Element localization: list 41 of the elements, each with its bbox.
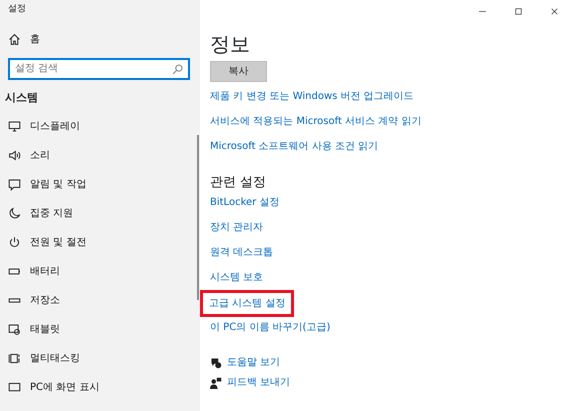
home-icon: [8, 33, 21, 46]
sidebar-item[interactable]: 태블릿: [30, 322, 60, 337]
sidebar-item[interactable]: 전원 및 절전: [30, 235, 86, 250]
search-icon: [172, 64, 183, 74]
projection-icon: [8, 381, 21, 394]
link[interactable]: 도움말 보기: [227, 353, 280, 372]
tablet-icon: [8, 323, 21, 336]
speaker-icon: [8, 149, 21, 162]
sidebar-item[interactable]: 알림 및 작업: [30, 177, 86, 192]
maximize-icon[interactable]: [513, 6, 524, 18]
link[interactable]: Microsoft 소프트웨어 사용 조건 읽기: [210, 137, 378, 156]
link[interactable]: 장치 관리자: [210, 218, 264, 236]
link[interactable]: BitLocker 설정: [210, 192, 280, 212]
link[interactable]: 시스템 보호: [210, 268, 264, 286]
page-title: 정보: [210, 32, 251, 56]
moon-icon: [8, 207, 21, 220]
section-heading: 시스템: [4, 90, 39, 106]
link[interactable]: 이 PC의 이름 바꾸기(고급): [210, 318, 330, 336]
sidebar-item[interactable]: 멀티태스킹: [30, 351, 80, 366]
link[interactable]: 서비스에 적용되는 Microsoft 서비스 계약 읽기: [210, 112, 422, 131]
copy-button[interactable]: 복사: [210, 61, 267, 82]
search-field[interactable]: 설정 검색: [8, 58, 190, 80]
section-heading: 관련 설정: [210, 174, 268, 192]
message-icon: [8, 178, 21, 191]
sidebar-item[interactable]: 집중 지원: [30, 206, 74, 221]
power-icon: [8, 236, 21, 249]
home-link[interactable]: 홈: [30, 32, 40, 47]
sidebar-item[interactable]: 저장소: [30, 293, 60, 308]
link[interactable]: 피드백 보내기: [227, 373, 290, 392]
feedback-person-icon: [210, 376, 222, 388]
sidebar-item[interactable]: 배터리: [30, 264, 60, 279]
multitask-icon: [8, 352, 21, 365]
sidebar-item[interactable]: 소리: [30, 148, 50, 163]
sidebar-item[interactable]: 디스플레이: [30, 119, 80, 134]
link[interactable]: 제품 키 변경 또는 Windows 버전 업그레이드: [210, 87, 414, 106]
link[interactable]: 원격 데스크톱: [210, 242, 274, 262]
link[interactable]: 고급 시스템 설정: [203, 292, 292, 314]
monitor-icon: [8, 120, 21, 133]
window-title: 설정: [7, 3, 27, 16]
sidebar-item[interactable]: PC에 화면 표시: [30, 380, 100, 395]
help-chat-icon: [210, 356, 222, 368]
